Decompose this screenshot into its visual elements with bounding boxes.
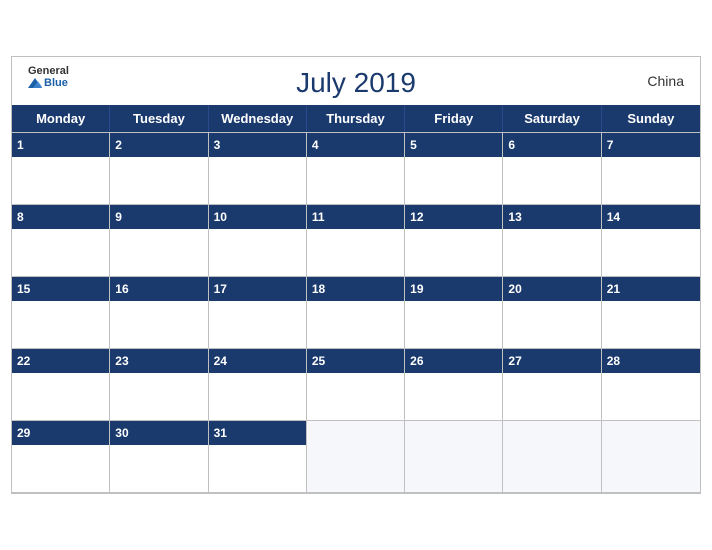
country-label: China [647,73,684,89]
table-row: 25 [307,349,405,421]
table-row: 26 [405,349,503,421]
day-number: 18 [312,282,325,296]
day-number: 15 [17,282,30,296]
table-row: 20 [503,277,601,349]
day-number: 2 [115,138,122,152]
table-row: 1 [12,133,110,205]
table-row: 22 [12,349,110,421]
day-header-sunday: Sunday [602,105,700,132]
logo-blue: Blue [28,77,68,89]
day-headers-row: Monday Tuesday Wednesday Thursday Friday… [12,105,700,132]
day-header-wednesday: Wednesday [209,105,307,132]
table-row: 13 [503,205,601,277]
table-row: 5 [405,133,503,205]
table-row: 10 [209,205,307,277]
table-row: 4 [307,133,405,205]
day-number: 13 [508,210,521,224]
day-number: 17 [214,282,227,296]
table-row: 14 [602,205,700,277]
table-row: 3 [209,133,307,205]
day-number: 11 [312,210,325,224]
table-row: 11 [307,205,405,277]
table-row: 18 [307,277,405,349]
table-row: 19 [405,277,503,349]
logo: General Blue [28,65,69,89]
table-row: 23 [110,349,208,421]
table-row: 17 [209,277,307,349]
empty-cell [602,421,700,493]
calendar-header: General Blue July 2019 China [12,57,700,105]
table-row: 2 [110,133,208,205]
calendar: General Blue July 2019 China Monday Tues… [11,56,701,494]
calendar-grid: 1234567891011121314151617181920212223242… [12,132,700,493]
day-number: 4 [312,138,319,152]
day-number: 31 [214,426,227,440]
table-row: 16 [110,277,208,349]
logo-mountain-icon [28,78,42,88]
day-number: 5 [410,138,417,152]
day-number: 3 [214,138,221,152]
table-row: 30 [110,421,208,493]
day-number: 24 [214,354,227,368]
day-number: 16 [115,282,128,296]
day-number: 29 [17,426,30,440]
table-row: 24 [209,349,307,421]
day-number: 25 [312,354,325,368]
day-number: 7 [607,138,614,152]
page-title: July 2019 [28,67,684,99]
day-number: 9 [115,210,122,224]
day-number: 26 [410,354,423,368]
day-number: 10 [214,210,227,224]
logo-general: General [28,65,69,77]
table-row: 27 [503,349,601,421]
day-number: 14 [607,210,620,224]
table-row: 21 [602,277,700,349]
day-number: 1 [17,138,24,152]
day-number: 27 [508,354,521,368]
day-header-saturday: Saturday [503,105,601,132]
day-number: 21 [607,282,620,296]
day-number: 6 [508,138,515,152]
table-row: 31 [209,421,307,493]
day-number: 19 [410,282,423,296]
day-number: 23 [115,354,128,368]
empty-cell [307,421,405,493]
day-header-monday: Monday [12,105,110,132]
day-number: 28 [607,354,620,368]
day-number: 20 [508,282,521,296]
day-number: 22 [17,354,30,368]
table-row: 7 [602,133,700,205]
empty-cell [503,421,601,493]
day-header-tuesday: Tuesday [110,105,208,132]
day-number: 12 [410,210,423,224]
table-row: 28 [602,349,700,421]
table-row: 9 [110,205,208,277]
table-row: 15 [12,277,110,349]
table-row: 6 [503,133,601,205]
day-header-friday: Friday [405,105,503,132]
table-row: 8 [12,205,110,277]
day-number: 30 [115,426,128,440]
table-row: 12 [405,205,503,277]
table-row: 29 [12,421,110,493]
day-header-thursday: Thursday [307,105,405,132]
empty-cell [405,421,503,493]
day-number: 8 [17,210,24,224]
